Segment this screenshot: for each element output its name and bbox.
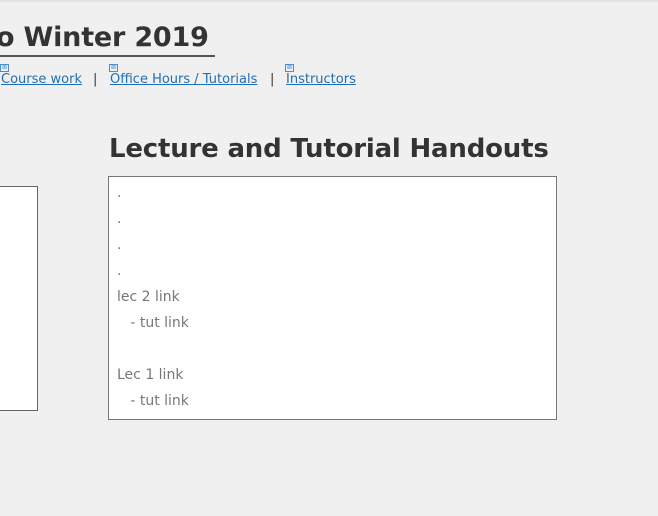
left-panel	[0, 186, 38, 411]
handout-link-lec1[interactable]: Lec 1 link	[117, 367, 183, 383]
handout-link-lec2[interactable]: lec 2 link	[117, 289, 180, 305]
nav-link-label: Office Hours / Tutorials	[110, 72, 258, 87]
handout-item: .	[117, 185, 122, 201]
nav-separator: |	[270, 72, 275, 87]
page-title: o Winter 2019	[0, 22, 215, 57]
handout-link-tut[interactable]: - tut link	[117, 393, 189, 409]
handouts-panel: . . . . lec 2 link - tut link Lec 1 link…	[108, 176, 557, 420]
broken-image-icon: ⊠	[285, 64, 294, 72]
handout-item: .	[117, 237, 122, 253]
top-border	[0, 0, 658, 2]
handout-item: .	[117, 263, 122, 279]
nav-link-instructors[interactable]: ⊠ Instructors	[285, 64, 356, 87]
nav-link-label: Course work	[1, 72, 82, 87]
nav-link-course-work[interactable]: ⊠ Course work	[0, 64, 82, 87]
nav-separator: |	[93, 72, 98, 87]
broken-image-icon: ⊠	[0, 64, 9, 72]
handout-item: .	[117, 211, 122, 227]
broken-image-icon: ⊠	[109, 64, 118, 72]
nav-link-label: Instructors	[286, 72, 356, 87]
handout-link-tut[interactable]: - tut link	[117, 315, 189, 331]
nav-link-office-hours[interactable]: ⊠ Office Hours / Tutorials	[109, 64, 258, 87]
section-heading: Lecture and Tutorial Handouts	[109, 134, 549, 164]
